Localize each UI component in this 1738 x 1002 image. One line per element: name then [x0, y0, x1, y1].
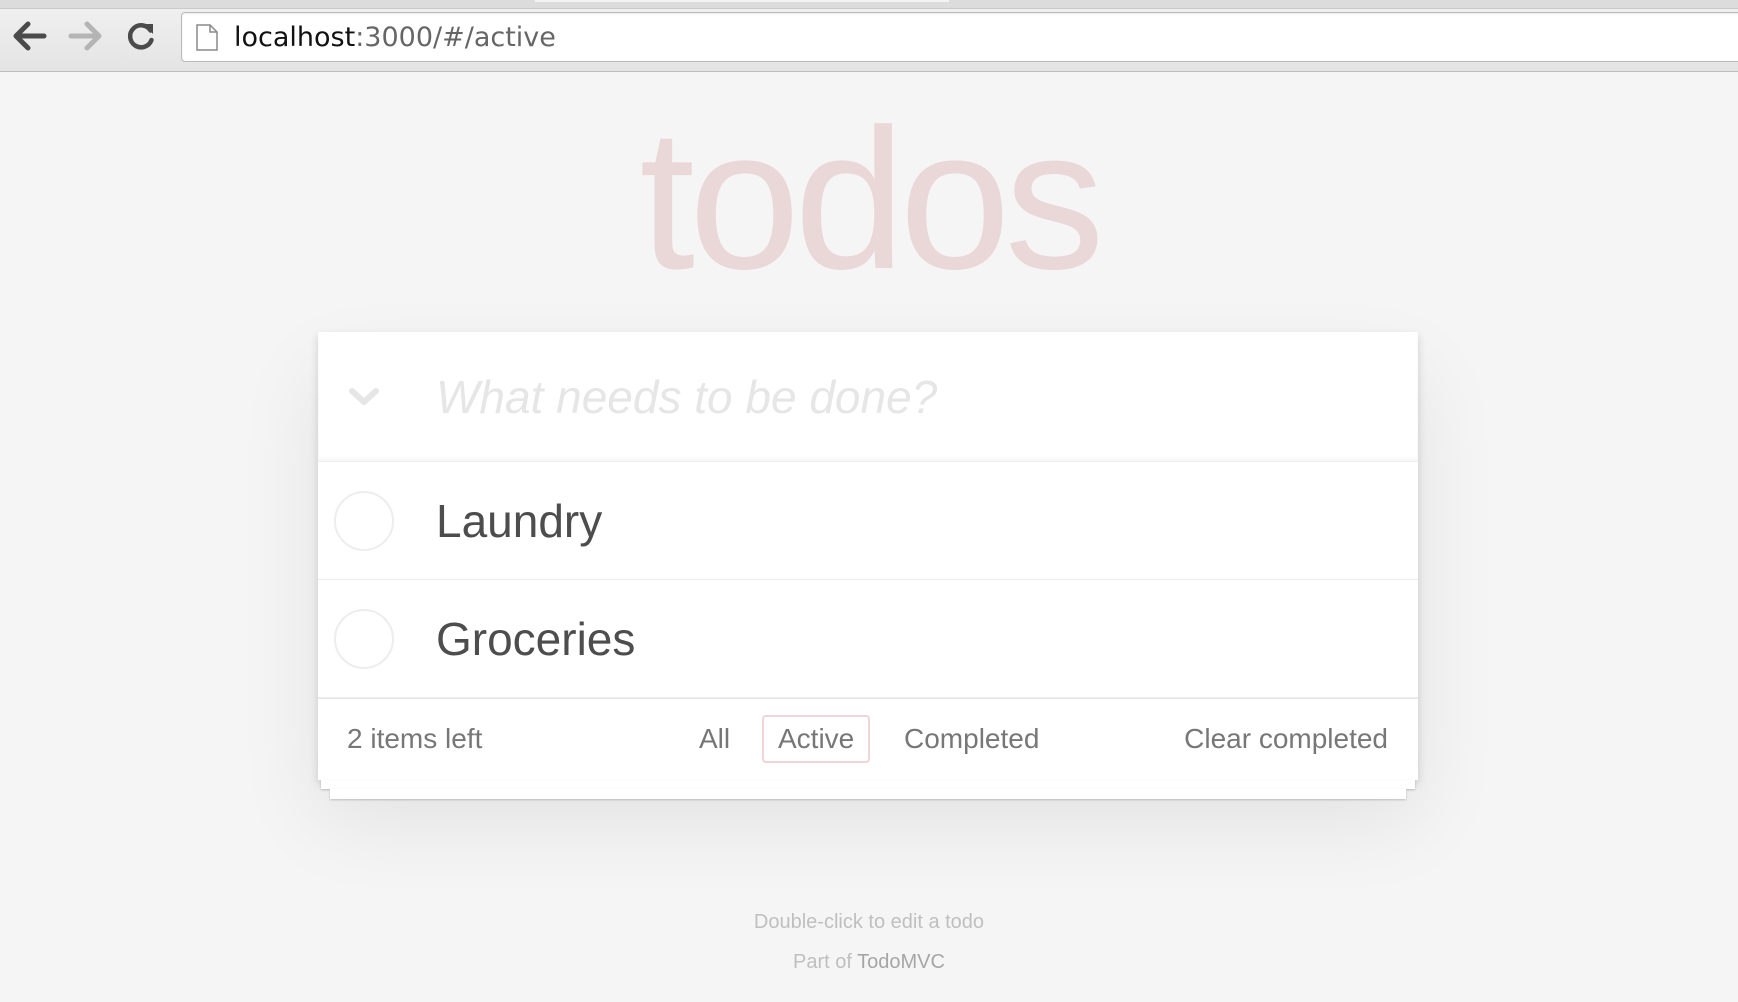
url-host: localhost	[234, 22, 356, 53]
reload-icon	[127, 23, 154, 50]
todo-toggle-checkbox[interactable]	[334, 491, 394, 551]
todo-label[interactable]: Laundry	[436, 492, 602, 550]
edit-hint: Double-click to edit a todo	[753, 911, 985, 933]
forward-arrow-icon	[68, 21, 102, 51]
new-todo-row	[318, 332, 1418, 462]
url-path: :3000/#/active	[355, 22, 556, 53]
part-of-line: Part of TodoMVC	[0, 948, 1738, 976]
clear-completed-button[interactable]: Clear completed	[1184, 721, 1388, 757]
todomvc-link[interactable]: TodoMVC	[857, 951, 945, 973]
reload-button[interactable]	[121, 16, 161, 56]
todo-item: Laundry	[318, 462, 1418, 580]
stacked-paper-edge	[330, 789, 1406, 799]
filter-completed[interactable]: Completed	[888, 715, 1055, 763]
items-left-count: 2 items left	[347, 723, 483, 754]
filter-all[interactable]: All	[683, 715, 746, 763]
todo-footer: 2 items left All Active Completed Clear …	[318, 698, 1418, 799]
active-tab-edge	[535, 0, 949, 2]
todo-app: Laundry Groceries 2 items left All Activ…	[318, 332, 1418, 799]
forward-button[interactable]	[65, 16, 105, 56]
part-of-prefix: Part of	[793, 951, 858, 973]
todo-list: Laundry Groceries	[318, 462, 1418, 698]
tab-strip	[0, 0, 1738, 9]
todo-toggle-checkbox[interactable]	[334, 609, 394, 669]
todo-label[interactable]: Groceries	[436, 610, 635, 668]
app-title: todos	[639, 88, 1104, 311]
page-icon	[196, 24, 218, 51]
chevron-down-icon[interactable]	[346, 382, 382, 412]
address-bar[interactable]: localhost:3000/#/active	[181, 12, 1738, 62]
browser-toolbar: localhost:3000/#/active	[0, 0, 1738, 72]
back-arrow-icon	[13, 21, 47, 51]
new-todo-input[interactable]	[436, 364, 1396, 430]
url-text: localhost:3000/#/active	[234, 21, 556, 55]
info-footer: Double-click to edit a todo Part of Todo…	[0, 908, 1738, 988]
stacked-paper-edge	[321, 780, 1415, 789]
back-button[interactable]	[10, 16, 50, 56]
filter-active[interactable]: Active	[762, 715, 871, 763]
todo-item: Groceries	[318, 580, 1418, 698]
